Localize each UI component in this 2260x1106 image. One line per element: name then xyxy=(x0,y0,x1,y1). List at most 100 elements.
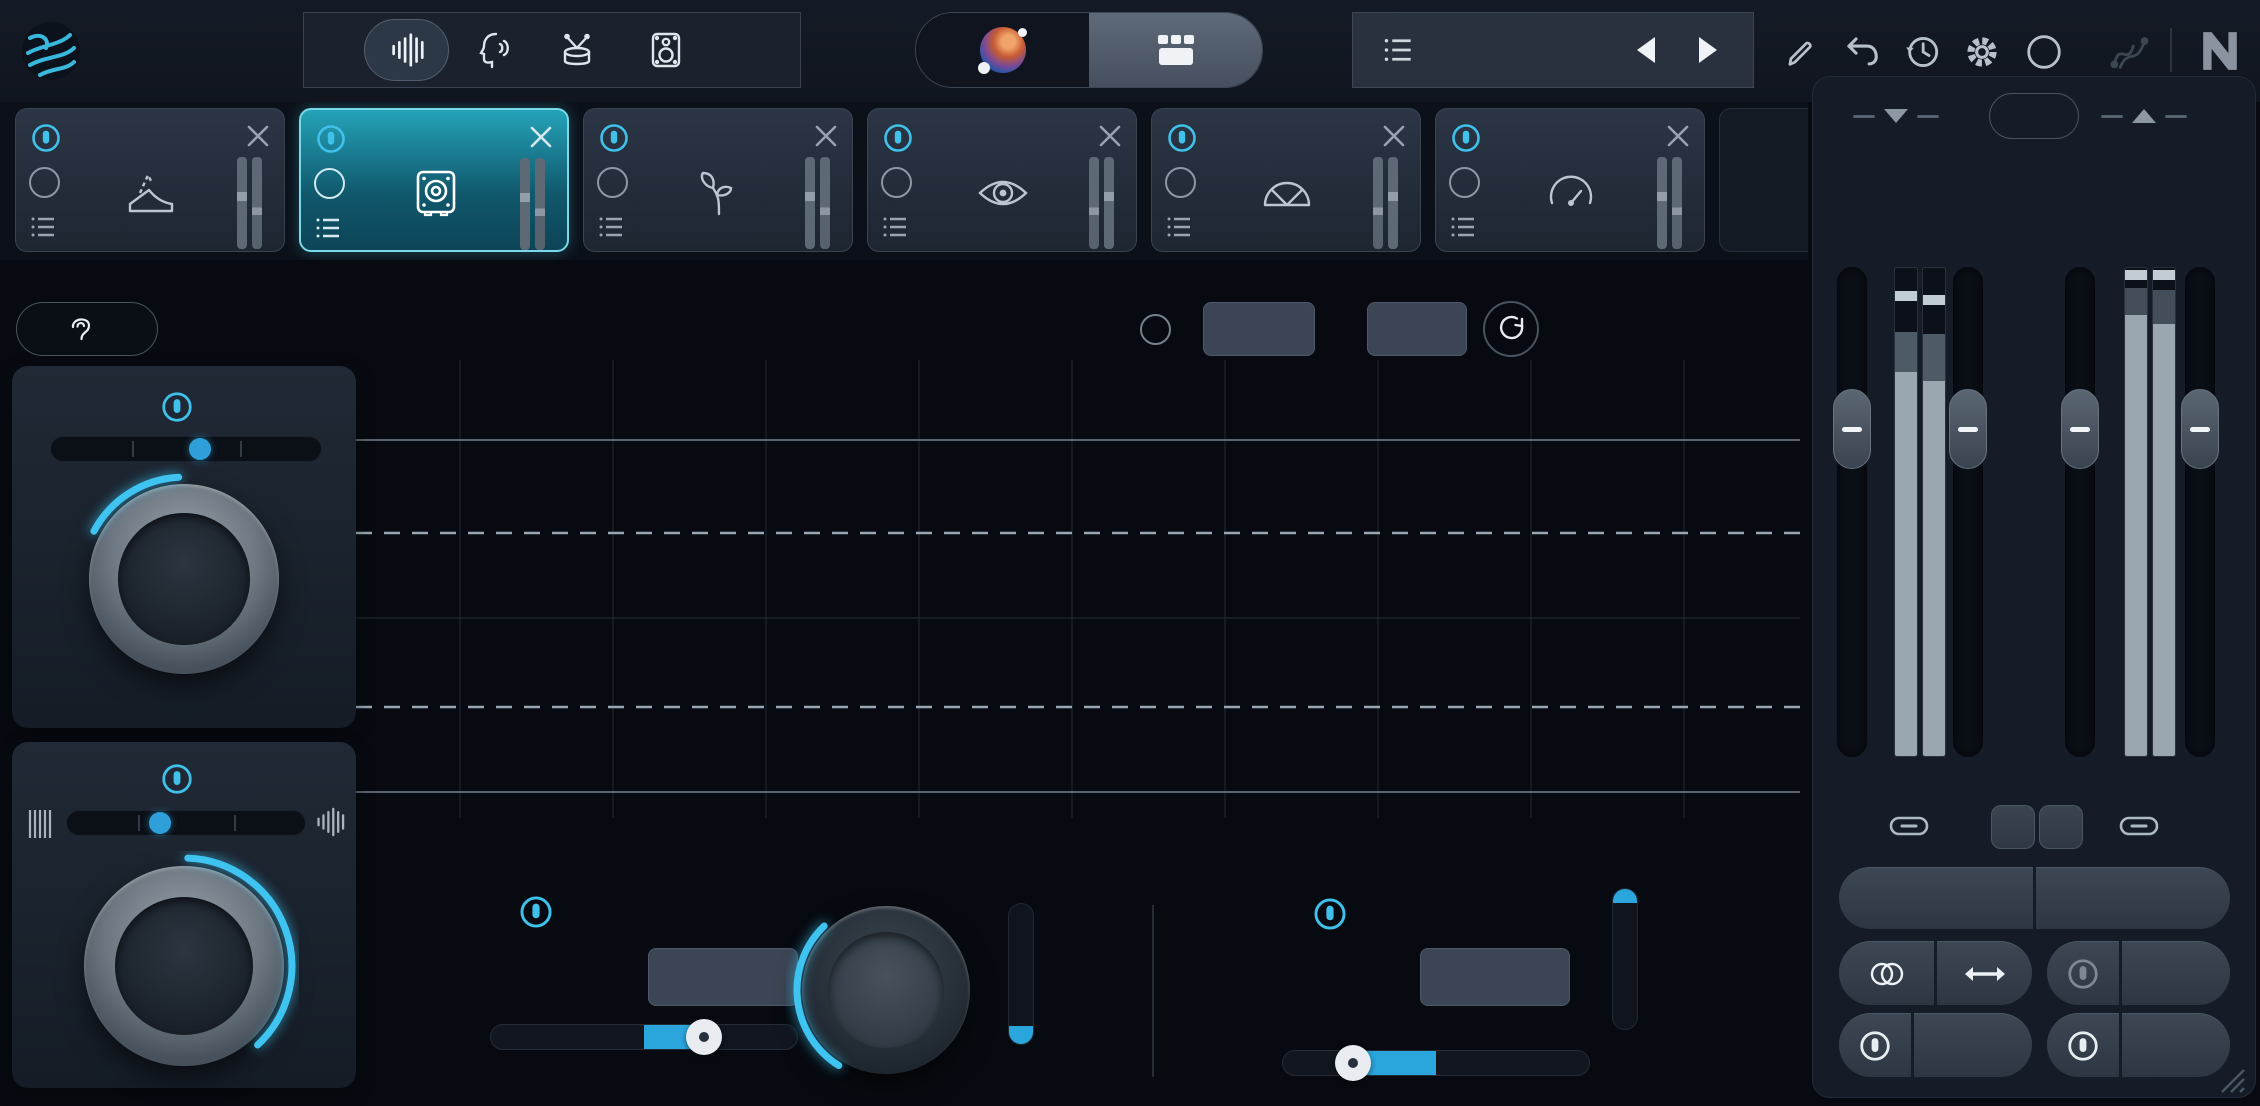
balance-knob[interactable] xyxy=(89,484,279,674)
undo-button[interactable] xyxy=(1840,30,1884,74)
presets-browser[interactable] xyxy=(1352,12,1754,88)
dither-power-button[interactable] xyxy=(2047,1013,2119,1077)
gain-increment-button[interactable] xyxy=(2039,805,2083,849)
sustain-dirty-clean-slider[interactable] xyxy=(490,1024,798,1050)
help-button[interactable] xyxy=(2022,30,2066,74)
reference-power-button[interactable] xyxy=(2047,941,2119,1005)
loop-reset-button[interactable] xyxy=(1483,301,1539,357)
close-icon[interactable] xyxy=(1380,122,1408,150)
settings-gear-button[interactable] xyxy=(1960,30,2004,74)
mid-side-button[interactable] xyxy=(1937,941,2032,1005)
dither-button[interactable] xyxy=(2122,1013,2230,1077)
module-tab-stem-eq[interactable] xyxy=(583,108,853,252)
solo-button[interactable] xyxy=(1165,167,1196,198)
source-mode-vocals-button[interactable] xyxy=(449,19,534,81)
source-mode-speaker-button[interactable] xyxy=(619,19,704,81)
gain-match-button[interactable] xyxy=(2036,867,2230,929)
input-fader-thumb-left[interactable] xyxy=(1833,389,1871,469)
module-tab-unlimiter[interactable] xyxy=(15,108,285,252)
zoom-value[interactable] xyxy=(1367,302,1467,356)
solo-button[interactable] xyxy=(1449,167,1480,198)
output-gain-fader-left[interactable] xyxy=(2065,267,2095,757)
output-fader-thumb-right[interactable] xyxy=(2181,389,2219,469)
close-icon[interactable] xyxy=(244,122,272,150)
assistant-orb-icon xyxy=(980,27,1026,73)
module-meters xyxy=(805,157,830,249)
bypass-button[interactable] xyxy=(1839,867,2033,929)
balance-slider-handle[interactable] xyxy=(189,438,211,460)
punch-slider-handle[interactable] xyxy=(149,812,171,834)
peak-dirty-clean-slider[interactable] xyxy=(1282,1050,1590,1076)
module-menu-icon[interactable] xyxy=(882,215,908,239)
power-icon[interactable] xyxy=(1450,122,1482,154)
solo-button[interactable] xyxy=(881,167,912,198)
close-icon[interactable] xyxy=(812,122,840,150)
edit-pencil-button[interactable] xyxy=(1778,30,1822,74)
balance-slider[interactable] xyxy=(50,436,322,462)
resize-grip[interactable] xyxy=(2217,1065,2245,1093)
sustain-threshold-value[interactable] xyxy=(648,948,798,1006)
preset-previous-button[interactable] xyxy=(1637,37,1655,63)
output-collapse-control[interactable] xyxy=(2101,109,2187,123)
input-gain-fader-left[interactable] xyxy=(1837,267,1867,757)
modules-view-button[interactable] xyxy=(1089,13,1262,87)
codec-power-button[interactable] xyxy=(1839,1013,1911,1077)
delta-button[interactable] xyxy=(16,302,158,356)
peak-threshold-value[interactable] xyxy=(1420,948,1570,1006)
balance-power-icon[interactable] xyxy=(160,390,194,424)
module-tab-maximizer[interactable] xyxy=(1435,108,1705,252)
sustain-amount-knob[interactable] xyxy=(802,906,970,1074)
cutoff-frequency-value[interactable] xyxy=(1203,302,1315,356)
output-fader-thumb-left[interactable] xyxy=(2061,389,2099,469)
close-icon[interactable] xyxy=(527,123,555,151)
punch-slider[interactable] xyxy=(66,810,306,836)
solo-button[interactable] xyxy=(597,167,628,198)
output-channel-link-icon[interactable] xyxy=(2119,813,2159,839)
module-menu-icon[interactable] xyxy=(30,215,56,239)
module-menu-icon[interactable] xyxy=(1450,215,1476,239)
peak-power-icon[interactable] xyxy=(1312,896,1348,932)
power-icon[interactable] xyxy=(1166,122,1198,154)
power-icon[interactable] xyxy=(598,122,630,154)
io-title-badge[interactable] xyxy=(1989,93,2079,139)
module-menu-icon[interactable] xyxy=(1166,215,1192,239)
input-collapse-control[interactable] xyxy=(1853,109,1939,123)
module-menu-icon[interactable] xyxy=(315,216,341,240)
sustain-slider-handle[interactable] xyxy=(686,1019,722,1055)
solo-button[interactable] xyxy=(314,168,345,199)
assistant-view-button[interactable] xyxy=(916,13,1089,87)
reference-button[interactable] xyxy=(2122,941,2230,1005)
power-icon[interactable] xyxy=(882,122,914,154)
history-button[interactable] xyxy=(1900,30,1944,74)
module-tab-clarity[interactable] xyxy=(867,108,1137,252)
input-channel-link-icon[interactable] xyxy=(1889,813,1929,839)
waveform-display[interactable] xyxy=(356,360,1800,818)
output-gain-fader-right[interactable] xyxy=(2185,267,2215,757)
punch-knob[interactable] xyxy=(84,866,284,1066)
gain-decrement-button[interactable] xyxy=(1991,805,2035,849)
tonal-match-icon[interactable] xyxy=(2106,30,2150,74)
preset-next-button[interactable] xyxy=(1699,37,1717,63)
topbar-divider xyxy=(2170,28,2172,72)
solo-button[interactable] xyxy=(29,167,60,198)
module-tab-imager[interactable] xyxy=(1151,108,1421,252)
peak-slider-handle[interactable] xyxy=(1335,1045,1371,1081)
stereo-mode-button[interactable] xyxy=(1839,941,1934,1005)
close-icon[interactable] xyxy=(1664,122,1692,150)
module-menu-icon[interactable] xyxy=(598,215,624,239)
source-mode-full-mix-button[interactable] xyxy=(364,19,449,81)
module-tab-empty-slot[interactable] xyxy=(1719,108,1808,252)
close-icon[interactable] xyxy=(1096,122,1124,150)
power-icon[interactable] xyxy=(30,122,62,154)
source-mode-drums-button[interactable] xyxy=(534,19,619,81)
punch-power-icon[interactable] xyxy=(160,762,194,796)
codec-button[interactable] xyxy=(1914,1013,2032,1077)
cutoff-solo-button[interactable] xyxy=(1140,314,1171,345)
power-icon[interactable] xyxy=(315,123,347,155)
input-fader-thumb-right[interactable] xyxy=(1949,389,1987,469)
sustain-power-icon[interactable] xyxy=(518,894,554,930)
module-tab-bass-control[interactable] xyxy=(299,108,569,252)
output-meter-right xyxy=(2152,267,2176,757)
vocal-icon xyxy=(470,28,514,72)
input-gain-fader-right[interactable] xyxy=(1953,267,1983,757)
